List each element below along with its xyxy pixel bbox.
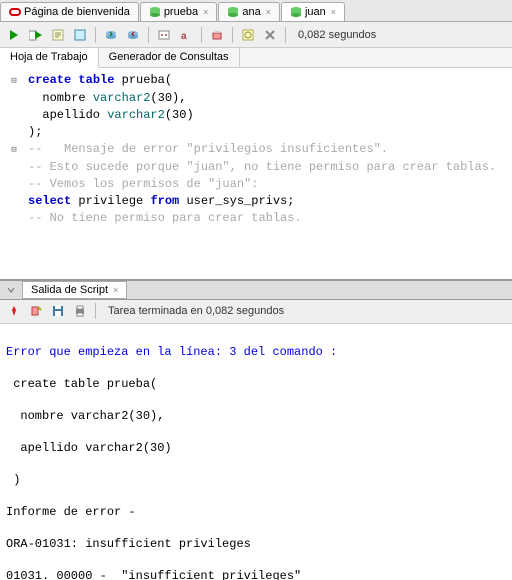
tab-ana[interactable]: ana ×	[218, 2, 280, 21]
rollback-button[interactable]	[124, 26, 142, 44]
commit-button[interactable]	[102, 26, 120, 44]
clear-output-button[interactable]	[27, 302, 45, 320]
separator	[95, 303, 96, 319]
run-script-button[interactable]	[27, 26, 45, 44]
tab-querybuilder[interactable]: Generador de Consultas	[99, 48, 240, 67]
separator	[148, 27, 149, 43]
tab-juan[interactable]: juan ×	[281, 2, 345, 21]
output-status: Tarea terminada en 0,082 segundos	[108, 305, 284, 317]
print-button[interactable]	[71, 302, 89, 320]
output-tab-label: Salida de Script	[31, 284, 108, 296]
status-text: 0,082 segundos	[298, 29, 376, 41]
history-button[interactable]	[239, 26, 257, 44]
main-toolbar: a 0,082 segundos	[0, 22, 512, 48]
save-button[interactable]	[49, 302, 67, 320]
sql-editor[interactable]: ⊟create table prueba( nombre varchar2(30…	[0, 68, 512, 280]
db-icon	[227, 6, 239, 18]
separator	[285, 27, 286, 43]
svg-text:a: a	[181, 31, 187, 41]
output-tab[interactable]: Salida de Script ×	[22, 281, 127, 299]
worksheet-tabs: Hoja de Trabajo Generador de Consultas	[0, 48, 512, 68]
case-button[interactable]: a	[177, 26, 195, 44]
db-icon	[149, 6, 161, 18]
chevron-icon[interactable]	[2, 281, 20, 299]
script-output[interactable]: Error que empieza en la línea: 3 del com…	[0, 324, 512, 580]
pin-button[interactable]	[5, 302, 23, 320]
autotrace-button[interactable]	[71, 26, 89, 44]
close-icon[interactable]: ×	[266, 7, 271, 17]
error-header: Error que empieza en la línea: 3 del com…	[6, 344, 506, 360]
output-toolbar: Tarea terminada en 0,082 segundos	[0, 300, 512, 324]
close-icon[interactable]: ×	[203, 7, 208, 17]
connection-tabs: Página de bienvenida prueba × ana × juan…	[0, 0, 512, 22]
tab-welcome[interactable]: Página de bienvenida	[0, 2, 139, 21]
db-icon	[290, 6, 302, 18]
tab-label: juan	[305, 6, 326, 18]
separator	[95, 27, 96, 43]
tab-label: ana	[242, 6, 260, 18]
output-panel-header: Salida de Script ×	[0, 280, 512, 300]
tool-button[interactable]	[261, 26, 279, 44]
close-icon[interactable]: ×	[113, 285, 118, 295]
tab-prueba[interactable]: prueba ×	[140, 2, 218, 21]
separator	[232, 27, 233, 43]
close-icon[interactable]: ×	[331, 7, 336, 17]
unshared-button[interactable]	[155, 26, 173, 44]
oracle-icon	[9, 6, 21, 18]
tab-label: prueba	[164, 6, 198, 18]
tab-label: Página de bienvenida	[24, 6, 130, 18]
tab-worksheet[interactable]: Hoja de Trabajo	[0, 48, 99, 68]
run-button[interactable]	[5, 26, 23, 44]
clear-button[interactable]	[208, 26, 226, 44]
explain-button[interactable]	[49, 26, 67, 44]
separator	[201, 27, 202, 43]
